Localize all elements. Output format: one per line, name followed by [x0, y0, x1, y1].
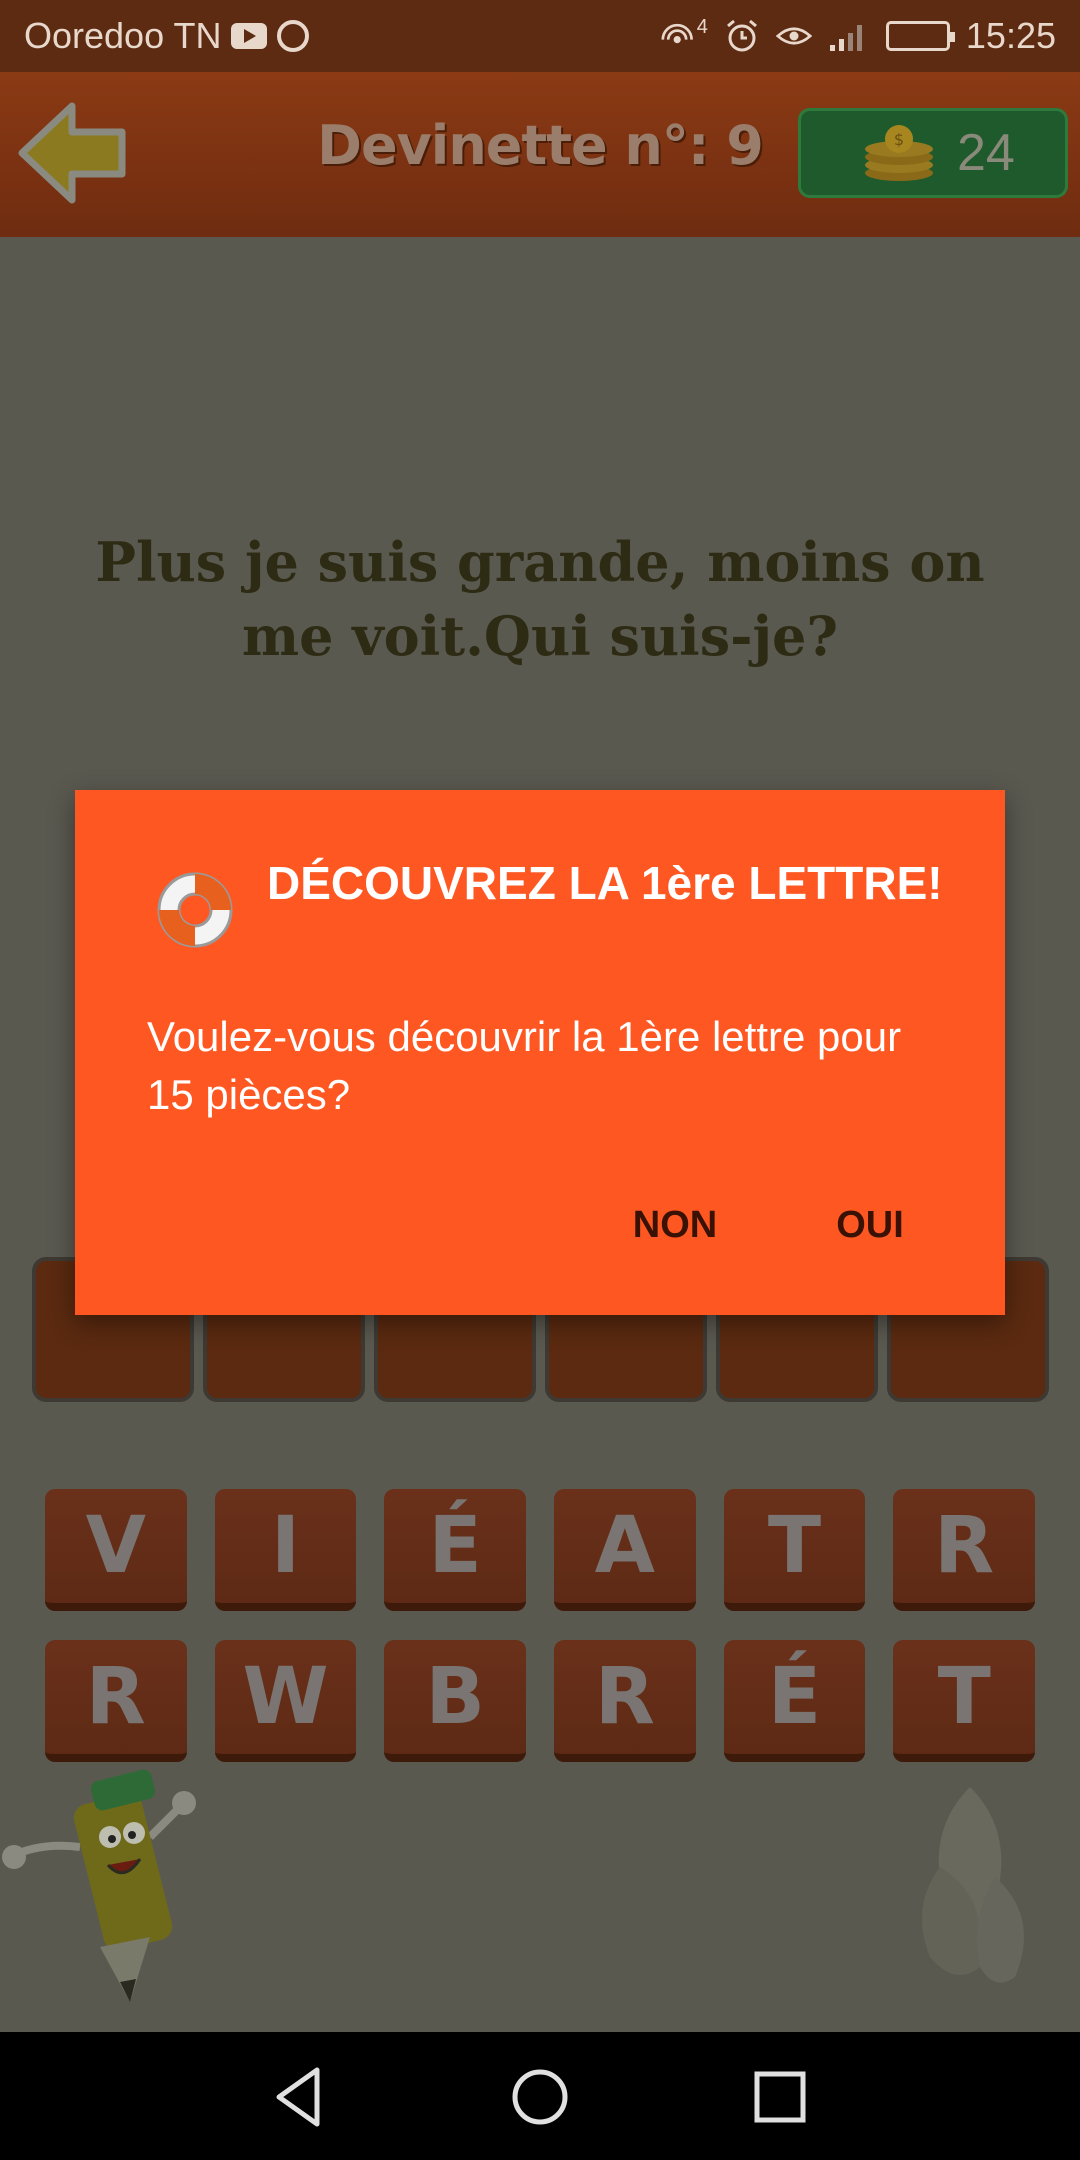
navigation-bar — [0, 2032, 1080, 2160]
no-button[interactable]: NON — [605, 1185, 745, 1265]
reveal-letter-dialog: DÉCOUVREZ LA 1ère LETTRE! Voulez-vous dé… — [75, 790, 1005, 1315]
letter-tile[interactable]: I — [214, 1489, 357, 1611]
letter-row-1: V I É A T R — [45, 1489, 1036, 1611]
hotspot-icon — [277, 20, 310, 52]
riddle-question: Plus je suis grande, moins on me voit.Qu… — [95, 530, 985, 668]
letter-tile[interactable]: É — [384, 1489, 527, 1611]
letter-tile[interactable]: É — [723, 1640, 866, 1762]
dialog-message: Voulez-vous découvrir la 1ère lettre pou… — [147, 1013, 902, 1118]
letter-tile[interactable]: R — [554, 1640, 696, 1762]
letter-row-2: R W B R É T — [45, 1640, 1036, 1762]
home-nav-icon[interactable] — [505, 2062, 575, 2132]
dialog-title: DÉCOUVREZ LA 1ère LETTRE! — [267, 857, 943, 909]
carrier-name: Ooredoo TN — [24, 15, 222, 56]
app-header: Devinette n°: 9 $ 24 — [0, 72, 1080, 237]
letter-tile[interactable]: W — [214, 1640, 357, 1762]
leaves-decoration-icon — [922, 1787, 1024, 1983]
letter-tile[interactable]: V — [45, 1489, 187, 1611]
svg-text:$: $ — [894, 130, 904, 149]
back-nav-icon[interactable] — [265, 2062, 335, 2132]
letter-tile[interactable]: T — [893, 1640, 1036, 1762]
coin-count: 24 — [957, 124, 1015, 182]
wifi-icon — [661, 23, 693, 44]
riddle-number-title: Devinette n°: 9 — [317, 114, 764, 177]
signal-icon — [829, 25, 862, 51]
pencil-mascot-icon[interactable] — [0, 1747, 210, 2017]
coin-counter[interactable]: $ 24 — [798, 108, 1068, 198]
letter-tile[interactable]: A — [554, 1489, 696, 1611]
network-badge: 4 — [696, 15, 708, 38]
status-bar: Ooredoo TN 4 15:25 — [0, 0, 1080, 72]
battery-icon — [885, 21, 955, 51]
coin-stack-icon: $ — [865, 125, 933, 181]
letter-tile[interactable]: R — [45, 1640, 187, 1762]
back-arrow-icon[interactable] — [14, 94, 132, 212]
clock: 15:25 — [965, 15, 1056, 56]
lifebuoy-icon — [157, 872, 233, 948]
eye-icon — [775, 27, 812, 45]
letter-tile[interactable]: T — [723, 1489, 866, 1611]
letter-tile[interactable]: R — [893, 1489, 1036, 1611]
letter-tile[interactable]: B — [384, 1640, 527, 1762]
recents-nav-icon[interactable] — [745, 2062, 815, 2132]
youtube-icon — [231, 23, 268, 49]
yes-button[interactable]: OUI — [805, 1185, 935, 1265]
alarm-icon — [726, 19, 757, 52]
